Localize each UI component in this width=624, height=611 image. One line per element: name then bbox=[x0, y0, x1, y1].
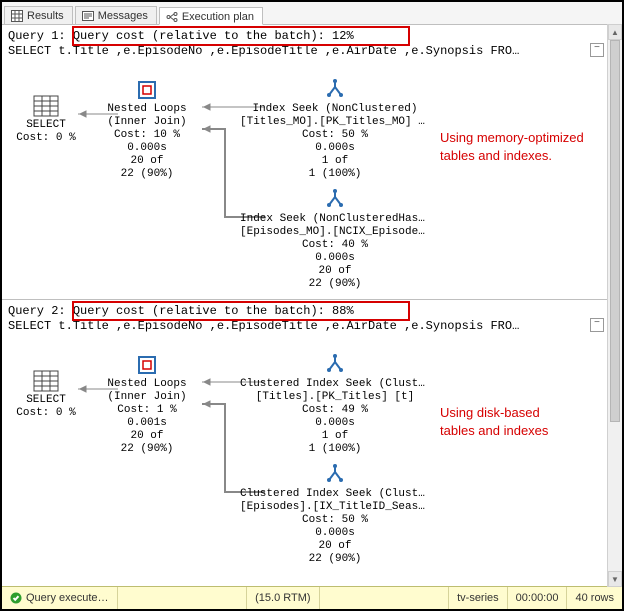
tab-results[interactable]: Results bbox=[4, 6, 73, 24]
clustered-index-seek-icon bbox=[324, 464, 346, 486]
query-prefix: Query 1: bbox=[8, 29, 66, 43]
scroll-down-button[interactable]: ▼ bbox=[608, 571, 622, 587]
collapse-button[interactable]: − bbox=[590, 318, 604, 332]
query-block-2: Query 2: Query cost (relative to the bat… bbox=[2, 300, 608, 574]
clustered-index-seek-icon bbox=[324, 354, 346, 376]
status-rows: 40 rows bbox=[567, 587, 622, 609]
query-sql: SELECT t.Title ,e.EpisodeNo ,e.EpisodeTi… bbox=[8, 44, 602, 59]
index-seek-hash-icon bbox=[324, 189, 346, 211]
tab-label: Messages bbox=[98, 10, 148, 22]
op-select[interactable]: SELECT Cost: 0 % bbox=[10, 370, 82, 420]
status-version: (15.0 RTM) bbox=[247, 587, 319, 609]
scroll-up-button[interactable]: ▲ bbox=[608, 24, 622, 40]
status-spacer bbox=[118, 587, 248, 609]
select-icon bbox=[33, 95, 59, 117]
tab-execution-plan[interactable]: Execution plan bbox=[159, 7, 263, 25]
query-header: Query 2: Query cost (relative to the bat… bbox=[2, 300, 608, 334]
nested-loops-icon bbox=[136, 79, 158, 101]
tab-label: Results bbox=[27, 10, 64, 22]
annotation-text: Using disk-based tables and indexes bbox=[440, 404, 548, 440]
tab-label: Execution plan bbox=[182, 11, 254, 23]
query-sql: SELECT t.Title ,e.EpisodeNo ,e.EpisodeTi… bbox=[8, 319, 602, 334]
messages-icon bbox=[82, 10, 94, 22]
plan-canvas[interactable]: SELECT Cost: 0 % Nested Loops (Inner Joi… bbox=[10, 59, 608, 299]
results-grid-icon bbox=[11, 10, 23, 22]
collapse-button[interactable]: − bbox=[590, 43, 604, 57]
success-icon bbox=[10, 592, 22, 604]
results-tabbar: Results Messages Execution plan bbox=[2, 2, 622, 25]
vertical-scrollbar[interactable]: ▲ ▼ bbox=[607, 24, 622, 587]
execution-plan-icon bbox=[166, 11, 178, 23]
status-db: tv-series bbox=[449, 587, 508, 609]
query-prefix: Query 2: bbox=[8, 304, 66, 318]
scroll-thumb[interactable] bbox=[610, 40, 620, 422]
query-cost-line: Query cost (relative to the batch): 12% bbox=[73, 29, 354, 43]
status-bar: Query execute… (15.0 RTM) tv-series 00:0… bbox=[2, 586, 622, 609]
op-index-seek-1[interactable]: Index Seek (NonClustered) [Titles_MO].[P… bbox=[240, 79, 430, 181]
status-spacer bbox=[320, 587, 450, 609]
tab-messages[interactable]: Messages bbox=[75, 6, 157, 24]
op-select[interactable]: SELECT Cost: 0 % bbox=[10, 95, 82, 145]
index-seek-icon bbox=[324, 79, 346, 101]
op-nested-loops[interactable]: Nested Loops (Inner Join) Cost: 10 % 0.0… bbox=[92, 79, 202, 181]
op-index-seek-2[interactable]: Index Seek (NonClusteredHash) [Episodes_… bbox=[240, 189, 430, 291]
query-header: Query 1: Query cost (relative to the bat… bbox=[2, 25, 608, 59]
query-block-1: Query 1: Query cost (relative to the bat… bbox=[2, 25, 608, 299]
nested-loops-icon bbox=[136, 354, 158, 376]
select-icon bbox=[33, 370, 59, 392]
status-state: Query execute… bbox=[2, 587, 118, 609]
query-cost-line: Query cost (relative to the batch): 88% bbox=[73, 304, 354, 318]
annotation-text: Using memory-optimized tables and indexe… bbox=[440, 129, 584, 165]
op-index-seek-2[interactable]: Clustered Index Seek (Cluste… [Episodes]… bbox=[240, 464, 430, 566]
op-nested-loops[interactable]: Nested Loops (Inner Join) Cost: 1 % 0.00… bbox=[92, 354, 202, 456]
plan-canvas[interactable]: SELECT Cost: 0 % Nested Loops (Inner Joi… bbox=[10, 334, 608, 574]
plan-area[interactable]: Query 1: Query cost (relative to the bat… bbox=[2, 25, 622, 586]
status-elapsed: 00:00:00 bbox=[508, 587, 568, 609]
op-index-seek-1[interactable]: Clustered Index Seek (Cluste… [Titles].[… bbox=[240, 354, 430, 456]
